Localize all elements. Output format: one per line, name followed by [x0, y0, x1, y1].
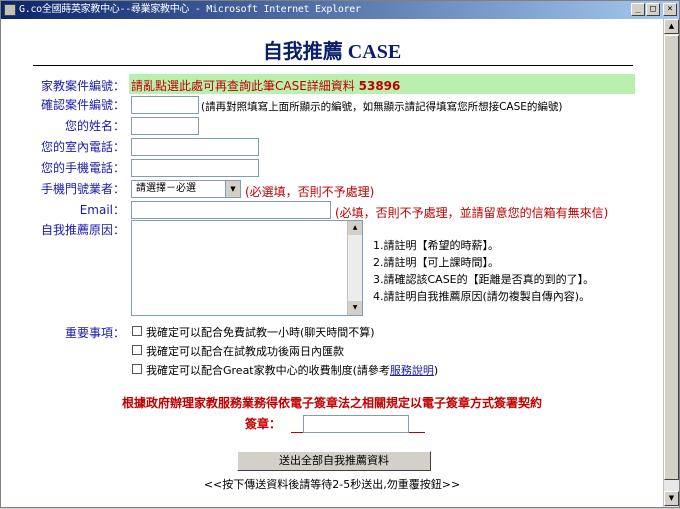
minimize-button[interactable]: _	[631, 3, 645, 16]
reason-tip-4: 4.請註明自我推薦原因(請勿複製自傳內容)。	[373, 290, 591, 303]
browser-window: G.co全國蒔英家教中心--尋業家教中心 - Microsoft Interne…	[0, 0, 680, 508]
home-phone-input[interactable]	[131, 138, 259, 156]
checkbox-fee-text: 我確定可以配合Great家教中心的收費制度(請參考	[146, 364, 390, 377]
mobile-label: 您的手機電話：	[40, 161, 125, 175]
case-detail-link[interactable]: 請亂點選此處可再查詢此筆CASE詳細資料 53896	[131, 77, 400, 94]
case-detail-link-text: 請亂點選此處可再查詢此筆CASE詳細資料	[131, 79, 355, 93]
vertical-scrollbar[interactable]: ▲ ▼	[663, 19, 679, 507]
checkbox-trial[interactable]	[132, 326, 142, 336]
scroll-down-arrow-icon[interactable]: ▼	[664, 491, 679, 506]
reason-tip-1: 1.請註明【希望的時薪】。	[373, 239, 499, 252]
page-title: 自我推薦 CASE	[262, 41, 402, 63]
law-notice: 根據政府辦理家教服務業務得依電子簽章法之相關規定以電子簽章方式簽署契約	[121, 396, 542, 410]
important-label: 重要事項：	[64, 326, 125, 340]
checkbox-payment[interactable]	[132, 345, 142, 355]
title-bar: G.co全國蒔英家教中心--尋業家教中心 - Microsoft Interne…	[1, 1, 679, 19]
ie-app-icon	[4, 4, 16, 16]
textarea-up-arrow-icon[interactable]: ▲	[348, 221, 362, 235]
textarea-down-arrow-icon[interactable]: ▼	[348, 301, 362, 315]
reason-tip-2: 2.請註明【可上課時間】。	[373, 256, 499, 269]
close-button[interactable]: ×	[663, 3, 677, 16]
scroll-up-arrow-icon[interactable]: ▲	[664, 19, 679, 34]
email-input[interactable]	[131, 201, 331, 219]
name-label: 您的姓名：	[64, 119, 125, 133]
scroll-thumb[interactable]	[664, 35, 679, 480]
submit-button[interactable]: 送出全部自我推薦資料	[237, 451, 431, 471]
submit-hint: <<按下傳送資料後請等待2-5秒送出,勿重覆按鈕>>	[203, 478, 461, 491]
service-info-link[interactable]: 服務說明	[390, 364, 434, 377]
confirm-case-note: (請再對照填寫上面所顯示的編號，如無顯示請記得填寫您所想接CASE的編號)	[201, 101, 563, 113]
window-title: G.co全國蒔英家教中心--尋業家教中心 - Microsoft Interne…	[19, 4, 361, 15]
page-content: 自我推薦 CASE 家教案件編號： 請亂點選此處可再查詢此筆CASE詳細資料 5…	[1, 19, 663, 509]
reason-textarea[interactable]: ▲ ▼	[131, 220, 363, 316]
confirm-case-input[interactable]	[131, 96, 199, 114]
home-phone-label: 您的室內電話：	[40, 140, 125, 154]
name-input[interactable]	[131, 117, 199, 135]
checkbox-fee[interactable]	[132, 364, 142, 374]
mobile-input[interactable]	[131, 159, 259, 177]
checkbox-fee-close: )	[433, 364, 439, 377]
title-divider	[33, 65, 633, 66]
confirm-case-label: 確認案件編號：	[40, 98, 125, 112]
carrier-note: (必選填，否則不予處理)	[245, 185, 375, 199]
signature-underline-left	[291, 432, 303, 433]
signature-underline-right	[409, 432, 425, 433]
checkbox-payment-label: 我確定可以配合在試教成功後兩日內匯款	[146, 345, 344, 358]
carrier-select-value: 請選擇－必選	[136, 183, 196, 194]
carrier-label: 手機門號業者：	[40, 182, 125, 196]
email-label: Email：	[79, 203, 125, 217]
textarea-scrollbar[interactable]: ▲ ▼	[347, 221, 362, 315]
case-number-value: 53896	[358, 79, 401, 93]
maximize-button[interactable]: □	[646, 3, 660, 16]
reason-tip-3: 3.請確認該CASE的【距離是否真的到的了】。	[373, 273, 595, 286]
reason-label: 自我推薦原因：	[40, 223, 125, 237]
checkbox-trial-label: 我確定可以配合免費試教一小時(聊天時間不算)	[146, 326, 375, 339]
carrier-select[interactable]: 請選擇－必選 ▼	[131, 180, 241, 198]
case-number-label: 家教案件編號：	[40, 79, 125, 93]
checkbox-fee-label: 我確定可以配合Great家教中心的收費制度(請參考服務說明)	[146, 362, 438, 378]
email-note: (必填，否則不予處理，並請留意您的信箱有無來信)	[335, 206, 609, 220]
signature-input[interactable]	[303, 415, 409, 433]
signature-label: 簽章：	[245, 417, 282, 431]
chevron-down-icon[interactable]: ▼	[225, 181, 240, 197]
